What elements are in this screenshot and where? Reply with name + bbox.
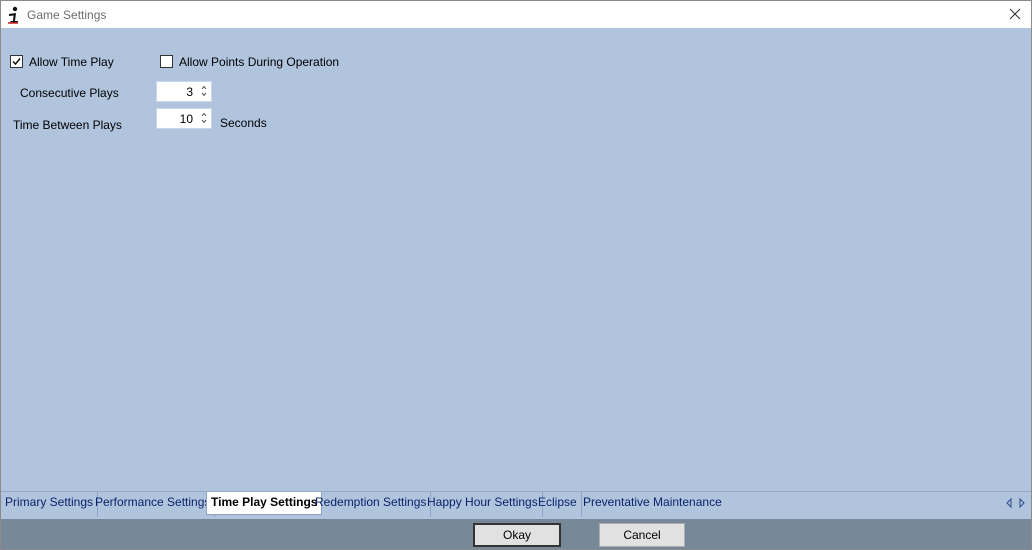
tab-primary-settings[interactable]: Primary Settings — [1, 492, 99, 517]
game-settings-window: Game Settings Allow Time Play Allow Poin… — [0, 0, 1032, 550]
allow-time-play-label[interactable]: Allow Time Play — [29, 55, 114, 69]
okay-button[interactable]: Okay — [473, 523, 561, 547]
chevron-down-icon[interactable] — [200, 92, 208, 97]
chevron-up-icon[interactable] — [200, 112, 208, 117]
time-between-plays-value[interactable]: 10 — [180, 112, 193, 126]
consecutive-plays-value[interactable]: 3 — [186, 85, 193, 99]
tab-preventative-maintenance[interactable]: Preventative Maintenance — [579, 492, 726, 517]
tab-performance-settings[interactable]: Performance Settings — [91, 492, 216, 517]
scroll-left-icon[interactable] — [1004, 497, 1014, 509]
time-play-settings-panel: Allow Time Play Allow Points During Oper… — [1, 28, 1031, 491]
title-bar: Game Settings — [1, 1, 1031, 28]
checkmark-icon — [12, 58, 21, 66]
consecutive-plays-stepper[interactable]: 3 — [156, 81, 212, 102]
tab-happy-hour-settings[interactable]: Happy Hour Settings — [423, 492, 543, 517]
chevron-down-icon[interactable] — [200, 119, 208, 124]
scroll-right-icon[interactable] — [1017, 497, 1027, 509]
allow-points-checkbox[interactable] — [160, 55, 173, 68]
seconds-unit-label: Seconds — [220, 116, 267, 130]
chevron-up-icon[interactable] — [200, 85, 208, 90]
cancel-button[interactable]: Cancel — [599, 523, 685, 547]
dialog-footer: Okay Cancel — [1, 519, 1031, 549]
window-title: Game Settings — [27, 8, 107, 22]
time-between-plays-stepper[interactable]: 10 — [156, 108, 212, 129]
stepper-arrows[interactable] — [199, 83, 209, 99]
tab-time-play-settings[interactable]: Time Play Settings — [206, 492, 323, 515]
time-between-plays-label: Time Between Plays — [13, 118, 122, 132]
stepper-arrows[interactable] — [199, 110, 209, 126]
allow-points-label[interactable]: Allow Points During Operation — [179, 55, 339, 69]
info-icon — [7, 6, 21, 24]
tab-redemption-settings[interactable]: Redemption Settings — [311, 492, 432, 517]
consecutive-plays-label: Consecutive Plays — [20, 86, 119, 100]
tab-eclipse[interactable]: Eclipse — [534, 492, 582, 517]
close-icon — [1009, 8, 1021, 20]
allow-time-play-checkbox[interactable] — [10, 55, 23, 68]
settings-tab-strip: Primary Settings Performance Settings Ti… — [1, 491, 1031, 519]
close-button[interactable] — [999, 1, 1031, 28]
